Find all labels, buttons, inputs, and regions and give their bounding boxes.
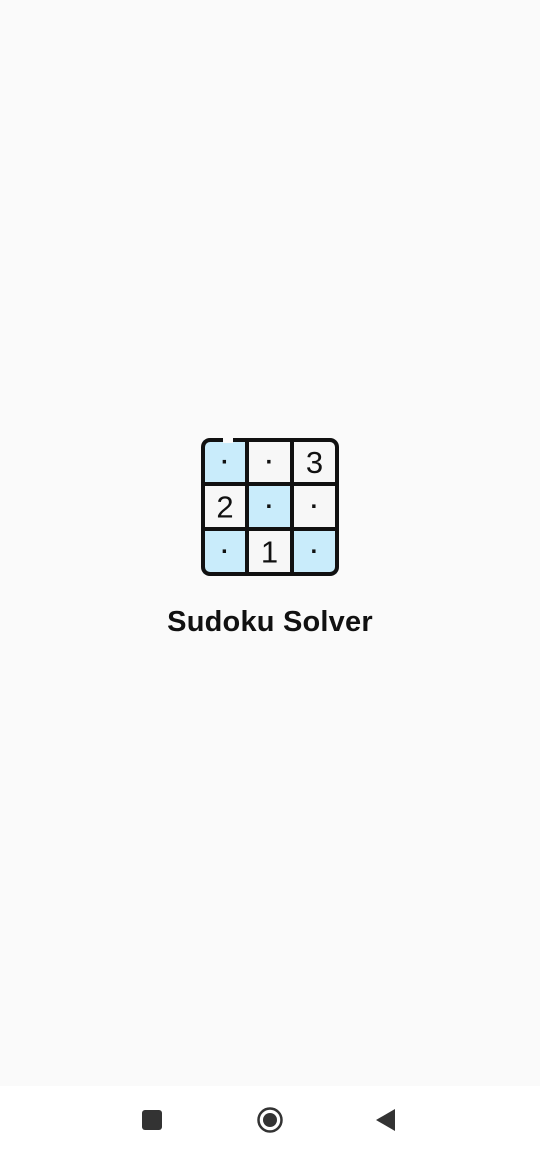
logo-dot: · — [221, 449, 229, 476]
home-button[interactable] — [250, 1100, 290, 1140]
app-title: Sudoku Solver — [167, 606, 373, 638]
splash-content: · · 3 2 · · · 1 · Sudoku Solver — [0, 0, 540, 1086]
back-button[interactable] — [366, 1100, 406, 1140]
logo-digit: 1 — [261, 535, 278, 570]
sudoku-grid-icon: · · 3 2 · · · 1 · — [201, 438, 339, 576]
logo-gap — [223, 438, 233, 443]
logo-dot: · — [266, 494, 274, 521]
logo-dot: · — [311, 539, 319, 566]
square-icon — [142, 1110, 162, 1130]
recents-button[interactable] — [132, 1100, 172, 1140]
logo-dot: · — [221, 539, 229, 566]
splash-screen: · · 3 2 · · · 1 · Sudoku Solver — [0, 0, 540, 1152]
logo-dot: · — [266, 449, 274, 476]
system-navigation-bar — [0, 1086, 540, 1152]
circle-home-icon — [257, 1107, 283, 1133]
logo-digit: 2 — [216, 490, 233, 525]
logo-digit: 3 — [306, 445, 323, 480]
triangle-back-icon — [376, 1109, 395, 1131]
logo-dot: · — [311, 494, 319, 521]
logo-gap — [282, 542, 287, 546]
